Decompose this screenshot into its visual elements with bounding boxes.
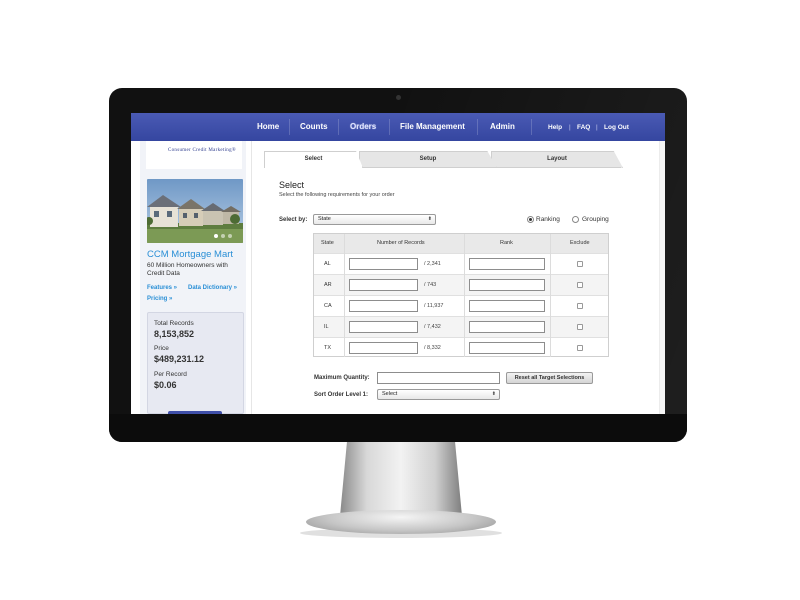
rank-input[interactable] bbox=[469, 321, 545, 333]
logout-link[interactable]: Log Out bbox=[604, 124, 629, 131]
col-header-records: Number of Records bbox=[377, 240, 425, 246]
exclude-checkbox[interactable] bbox=[577, 345, 583, 351]
table-row: AR / 743 bbox=[314, 274, 608, 295]
row-count: / 2,341 bbox=[424, 261, 441, 267]
page-title: Select bbox=[279, 180, 305, 190]
rank-input[interactable] bbox=[469, 300, 545, 312]
monitor-stand-neck bbox=[340, 438, 462, 516]
column-divider bbox=[550, 234, 551, 357]
select-by-dropdown[interactable]: State ⬍ bbox=[313, 214, 436, 225]
mart-description: 60 Million Homeowners with Credit Data bbox=[147, 262, 228, 277]
table-row: CA / 11,937 bbox=[314, 295, 608, 316]
row-count: / 743 bbox=[424, 282, 437, 288]
select-by-value: State bbox=[318, 216, 331, 222]
monitor-stand-base bbox=[306, 510, 496, 534]
row-state: IL bbox=[324, 324, 329, 330]
ranking-label: Ranking bbox=[536, 216, 560, 223]
tab-setup[interactable]: Setup bbox=[359, 151, 497, 168]
faq-link[interactable]: FAQ bbox=[577, 124, 590, 131]
max-quantity-label: Maximum Quantity: bbox=[314, 375, 370, 381]
table-row: AL / 2,341 bbox=[314, 253, 608, 274]
nav-divider bbox=[477, 119, 478, 135]
util-separator: | bbox=[569, 124, 571, 131]
records-input[interactable] bbox=[349, 279, 418, 291]
table-row: TX / 8,332 bbox=[314, 337, 608, 358]
nav-home[interactable]: Home bbox=[257, 122, 279, 131]
price-value: $489,231.12 bbox=[154, 354, 205, 364]
tab-select[interactable]: Select bbox=[264, 151, 363, 168]
page-subtitle: Select the following requirements for yo… bbox=[279, 192, 395, 198]
grouping-label: Grouping bbox=[582, 216, 609, 223]
sort-order-label: Sort Order Level 1: bbox=[314, 392, 369, 398]
row-count: / 7,432 bbox=[424, 324, 441, 330]
sort-order-dropdown[interactable]: Select ⬍ bbox=[377, 389, 500, 400]
nav-divider bbox=[531, 119, 532, 135]
scrollbar[interactable] bbox=[659, 141, 665, 414]
total-records-label: Total Records bbox=[154, 320, 194, 327]
ranking-radio[interactable] bbox=[527, 216, 534, 223]
carousel-dot[interactable] bbox=[228, 234, 232, 238]
nav-admin[interactable]: Admin bbox=[490, 122, 515, 131]
pricing-link[interactable]: Pricing » bbox=[147, 296, 172, 302]
col-header-rank: Rank bbox=[500, 240, 513, 246]
table-row: IL / 7,432 bbox=[314, 316, 608, 337]
reset-selections-button[interactable]: Reset all Target Selections bbox=[506, 372, 593, 384]
nav-counts[interactable]: Counts bbox=[300, 122, 328, 131]
content-divider bbox=[251, 141, 252, 414]
mart-title: CCM Mortgage Mart bbox=[147, 249, 234, 260]
row-state: TX bbox=[324, 345, 332, 351]
logo-text: Consumer Credit Marketing® bbox=[168, 148, 236, 153]
carousel-dot[interactable] bbox=[221, 234, 225, 238]
price-label: Price bbox=[154, 345, 169, 352]
sort-order-value: Select bbox=[382, 391, 398, 397]
total-records-value: 8,153,852 bbox=[154, 329, 195, 339]
row-count: / 8,332 bbox=[424, 345, 441, 351]
top-nav: Home Counts Orders File Management Admin… bbox=[131, 113, 665, 141]
camera-icon bbox=[396, 95, 401, 100]
help-link[interactable]: Help bbox=[548, 124, 562, 131]
per-record-label: Per Record bbox=[154, 371, 187, 378]
nav-file-management[interactable]: File Management bbox=[400, 122, 465, 131]
column-divider bbox=[464, 234, 465, 357]
records-input[interactable] bbox=[349, 258, 418, 270]
features-link[interactable]: Features » bbox=[147, 285, 177, 291]
data-dictionary-link[interactable]: Data Dictionary » bbox=[188, 285, 237, 291]
order-summary: Total Records 8,153,852 Price $489,231.1… bbox=[147, 312, 244, 414]
sidebar-action-button[interactable] bbox=[168, 411, 222, 414]
screen: Consumer Credit Marketing® CCM Mortgage … bbox=[131, 113, 665, 414]
records-input[interactable] bbox=[349, 342, 418, 354]
exclude-checkbox[interactable] bbox=[577, 303, 583, 309]
grouping-radio[interactable] bbox=[572, 216, 579, 223]
util-separator: | bbox=[596, 124, 598, 131]
carousel-dot[interactable] bbox=[214, 234, 218, 238]
column-divider bbox=[344, 234, 345, 357]
rank-input[interactable] bbox=[469, 279, 545, 291]
dropdown-arrows-icon: ⬍ bbox=[491, 391, 496, 397]
exclude-checkbox[interactable] bbox=[577, 261, 583, 267]
rank-input[interactable] bbox=[469, 258, 545, 270]
table-header bbox=[314, 234, 608, 253]
col-header-state: State bbox=[321, 240, 334, 246]
monitor-chin bbox=[109, 414, 687, 442]
rank-input[interactable] bbox=[469, 342, 545, 354]
records-input[interactable] bbox=[349, 300, 418, 312]
nav-orders[interactable]: Orders bbox=[350, 122, 376, 131]
row-state: AL bbox=[324, 261, 331, 267]
nav-divider bbox=[338, 119, 339, 135]
row-state: AR bbox=[324, 282, 332, 288]
max-quantity-input[interactable] bbox=[377, 372, 500, 384]
row-state: CA bbox=[324, 303, 332, 309]
row-count: / 11,937 bbox=[424, 303, 444, 309]
select-by-label: Select by: bbox=[279, 217, 308, 223]
col-header-exclude: Exclude bbox=[570, 240, 590, 246]
tab-layout[interactable]: Layout bbox=[491, 151, 623, 168]
records-input[interactable] bbox=[349, 321, 418, 333]
nav-divider bbox=[289, 119, 290, 135]
exclude-checkbox[interactable] bbox=[577, 324, 583, 330]
state-table: State Number of Records Rank Exclude AL … bbox=[313, 233, 609, 357]
dropdown-arrows-icon: ⬍ bbox=[427, 216, 432, 222]
exclude-checkbox[interactable] bbox=[577, 282, 583, 288]
nav-divider bbox=[389, 119, 390, 135]
per-record-value: $0.06 bbox=[154, 380, 177, 390]
